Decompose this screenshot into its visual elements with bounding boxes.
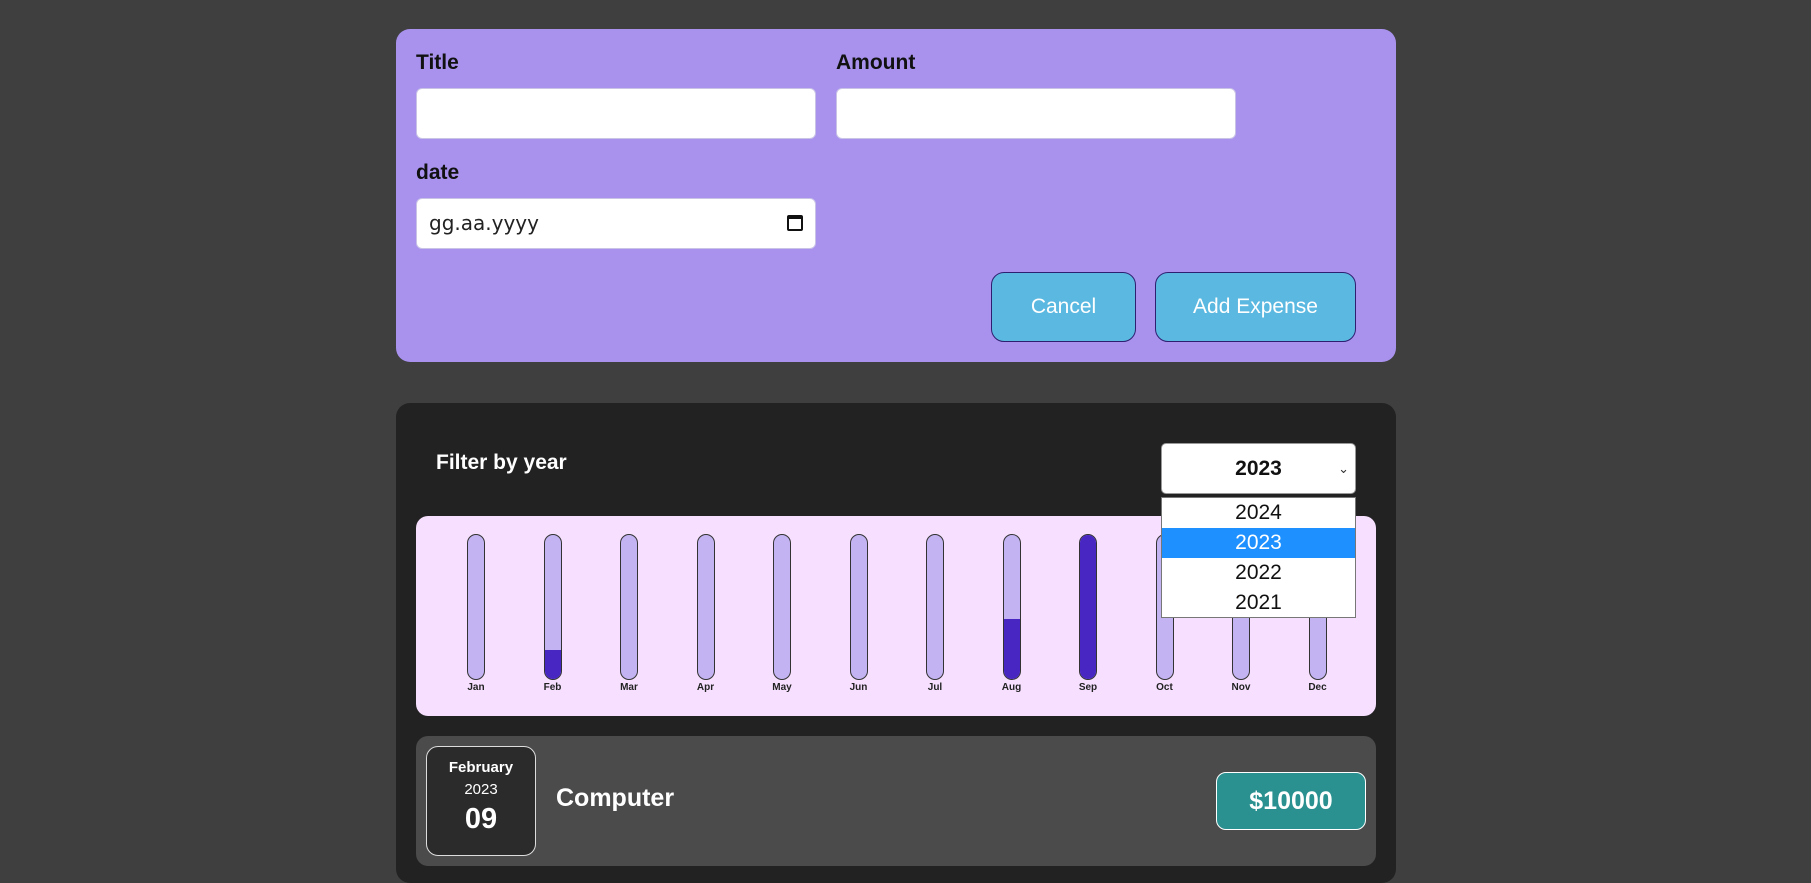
chart-bar-apr: Apr	[686, 534, 726, 694]
chart-bar-label: May	[772, 682, 792, 693]
chart-bar-fill	[544, 650, 561, 679]
expense-amount: $10000	[1216, 772, 1366, 830]
chart-bar-label: Jan	[467, 682, 485, 693]
expense-year: 2023	[464, 781, 498, 798]
chart-bar-fill	[1003, 618, 1020, 679]
chart-bar-jun: Jun	[839, 534, 879, 694]
chart-bar-mar: Mar	[609, 534, 649, 694]
year-option-2024[interactable]: 2024	[1162, 498, 1355, 528]
chart-bar-track	[543, 534, 562, 680]
expense-item: February 2023 09 Computer $10000	[416, 736, 1376, 866]
date-label: date	[416, 161, 460, 184]
chart-bar-fill	[1080, 535, 1096, 679]
filter-label: Filter by year	[436, 451, 567, 474]
chart-bar-sep: Sep	[1068, 534, 1108, 694]
year-option-2021[interactable]: 2021	[1162, 588, 1355, 618]
chart-bar-track	[696, 534, 715, 680]
new-expense-form: Title Amount date gg.aa.yyyy Cancel Add …	[396, 29, 1396, 362]
chart-bar-track	[467, 534, 485, 680]
chart-bar-label: Apr	[696, 682, 715, 693]
year-select-value: 2023	[1235, 457, 1282, 480]
calendar-icon[interactable]	[787, 215, 803, 231]
amount-label: Amount	[836, 51, 916, 74]
amount-input[interactable]	[836, 88, 1236, 139]
chart-bar-label: Nov	[1231, 682, 1251, 693]
chart-bar-label: Jul	[927, 682, 943, 693]
chart-bar-feb: Feb	[533, 534, 573, 694]
chart-bar-track	[849, 534, 868, 680]
expenses-panel: Filter by year 2023 ⌄ Jan Feb Mar Apr May Jun…	[396, 403, 1396, 883]
cancel-button[interactable]: Cancel	[991, 272, 1136, 342]
expense-title: Computer	[556, 784, 675, 812]
chart-bar-track	[926, 534, 944, 680]
chart-bar-track	[1079, 534, 1097, 680]
expense-month: February	[448, 759, 514, 776]
add-expense-button[interactable]: Add Expense	[1155, 272, 1356, 342]
year-option-2022[interactable]: 2022	[1162, 558, 1355, 588]
year-dropdown-list: 2024 2023 2022 2021	[1161, 497, 1356, 618]
date-placeholder: gg.aa.yyyy	[429, 211, 539, 235]
year-option-2023[interactable]: 2023	[1162, 528, 1355, 558]
chart-bar-label: Mar	[620, 682, 638, 693]
chart-bar-label: Aug	[1001, 682, 1022, 693]
chevron-down-icon: ⌄	[1338, 461, 1349, 476]
title-label: Title	[416, 51, 459, 74]
expense-date: February 2023 09	[426, 746, 536, 856]
chart-bar-aug: Aug	[992, 534, 1032, 694]
chart-bar-may: May	[762, 534, 802, 694]
chart-bar-label: Dec	[1308, 682, 1327, 693]
chart-bar-label: Oct	[1156, 682, 1173, 693]
chart-bar-label: Sep	[1078, 682, 1098, 693]
date-input[interactable]: gg.aa.yyyy	[416, 198, 816, 249]
title-input[interactable]	[416, 88, 816, 139]
chart-bar-track	[620, 534, 638, 680]
year-select[interactable]: 2023 ⌄	[1161, 443, 1356, 494]
chart-bar-track	[773, 534, 791, 680]
chart-bar-track	[1002, 534, 1021, 680]
chart-bar-jan: Jan	[456, 534, 496, 694]
chart-bar-jul: Jul	[915, 534, 955, 694]
expense-day: 09	[464, 803, 498, 835]
chart-bar-label: Jun	[849, 682, 868, 693]
chart-bar-label: Feb	[543, 682, 562, 693]
